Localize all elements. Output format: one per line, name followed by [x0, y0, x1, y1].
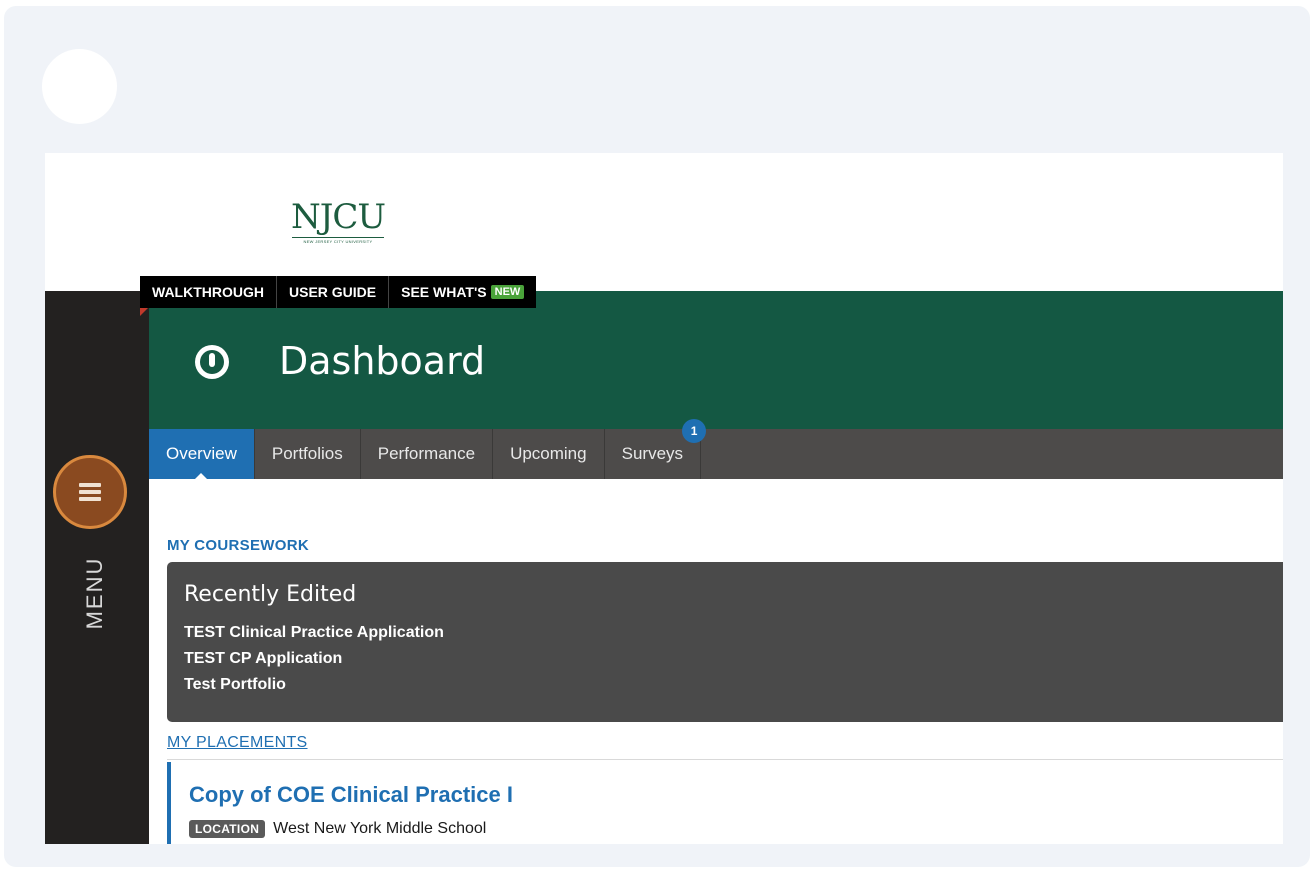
- my-placements-link[interactable]: MY PLACEMENTS: [167, 734, 308, 752]
- my-coursework-heading: MY COURSEWORK: [167, 537, 309, 554]
- logo-mark: NJCU: [290, 197, 386, 237]
- placements-divider: [167, 759, 1283, 760]
- location-row: LOCATION West New York Middle School: [189, 820, 486, 838]
- location-badge: LOCATION: [189, 820, 266, 838]
- tab-overview-label: Overview: [166, 444, 237, 463]
- see-whats-new-link[interactable]: SEE WHAT'S NEW: [389, 276, 536, 308]
- logo-tagline: NEW JERSEY CITY UNIVERSITY: [303, 239, 373, 244]
- hamburger-icon: [79, 480, 101, 504]
- see-whats-new-label: SEE WHAT'S: [401, 284, 487, 300]
- top-link-bar: WALKTHROUGH USER GUIDE SEE WHAT'S NEW: [140, 276, 537, 308]
- recently-edited-panel: Recently Edited TEST Clinical Practice A…: [167, 562, 1283, 722]
- step-indicator: [42, 49, 117, 124]
- tab-surveys-label: Surveys: [621, 444, 684, 463]
- tab-upcoming-label: Upcoming: [510, 444, 587, 463]
- menu-button[interactable]: [53, 455, 127, 529]
- user-guide-link[interactable]: USER GUIDE: [277, 276, 390, 308]
- user-guide-link-label: USER GUIDE: [289, 284, 377, 300]
- tab-performance[interactable]: Performance: [361, 429, 494, 479]
- location-value: West New York Middle School: [273, 820, 487, 837]
- tab-overview[interactable]: Overview: [149, 429, 255, 480]
- surveys-count-badge: 1: [682, 419, 707, 443]
- placement-title[interactable]: Copy of COE Clinical Practice I: [189, 782, 513, 808]
- recent-item[interactable]: TEST Clinical Practice Application: [184, 620, 444, 646]
- recent-item[interactable]: Test Portfolio: [184, 672, 444, 698]
- tab-bar: Overview Portfolios Performance Upcoming…: [149, 419, 1283, 480]
- tab-performance-label: Performance: [377, 444, 476, 463]
- tab-portfolios[interactable]: Portfolios: [255, 429, 361, 479]
- corner-marker: [140, 308, 148, 316]
- placement-card[interactable]: Copy of COE Clinical Practice I LOCATION…: [167, 762, 1283, 844]
- new-badge: NEW: [490, 285, 525, 299]
- dashboard-gauge-icon: [195, 345, 229, 379]
- tab-portfolios-label: Portfolios: [271, 444, 343, 463]
- logo-rule: [292, 237, 384, 238]
- walkthrough-frame: NJCU NEW JERSEY CITY UNIVERSITY MENU Das…: [4, 6, 1310, 867]
- walkthrough-link-label: WALKTHROUGH: [152, 284, 264, 300]
- menu-label: MENU: [82, 556, 107, 630]
- njcu-logo[interactable]: NJCU NEW JERSEY CITY UNIVERSITY: [290, 198, 386, 248]
- recently-edited-title: Recently Edited: [184, 582, 357, 607]
- tab-surveys[interactable]: Surveys 1: [605, 419, 707, 479]
- tab-upcoming[interactable]: Upcoming: [493, 429, 605, 479]
- recently-edited-list: TEST Clinical Practice Application TEST …: [184, 620, 444, 698]
- page-title: Dashboard: [279, 339, 486, 383]
- walkthrough-link[interactable]: WALKTHROUGH: [140, 276, 277, 308]
- recent-item[interactable]: TEST CP Application: [184, 646, 444, 672]
- side-rail: MENU: [45, 291, 149, 844]
- app-screen: NJCU NEW JERSEY CITY UNIVERSITY MENU Das…: [45, 153, 1283, 844]
- dashboard-header: Dashboard: [149, 291, 1283, 429]
